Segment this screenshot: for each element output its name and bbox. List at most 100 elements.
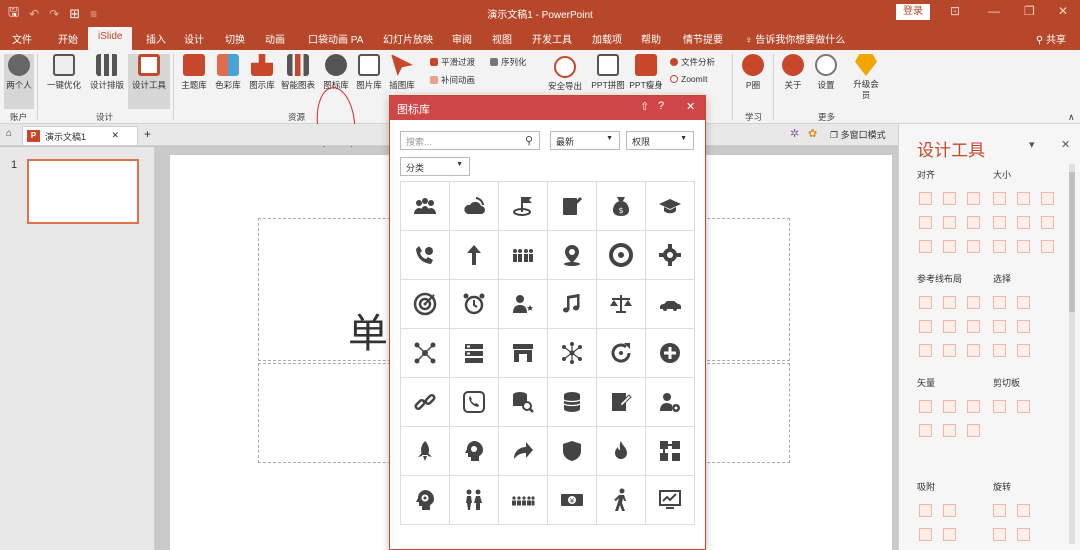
- panel-tool-button[interactable]: [943, 424, 956, 437]
- panel-tool-button[interactable]: [943, 504, 956, 517]
- about-button[interactable]: 关于: [780, 54, 806, 91]
- icon-grid-cell[interactable]: [597, 329, 646, 378]
- search-icon[interactable]: ⚲: [525, 134, 533, 147]
- panel-tool-button[interactable]: [943, 320, 956, 333]
- panel-tool-button[interactable]: [1017, 320, 1030, 333]
- icon-grid-cell[interactable]: [646, 231, 695, 280]
- icon-grid-cell[interactable]: $: [597, 182, 646, 231]
- panel-tool-button[interactable]: [967, 240, 980, 253]
- tab-file[interactable]: 文件: [12, 31, 32, 46]
- icon-grid-cell[interactable]: [401, 476, 450, 525]
- panel-tool-button[interactable]: [993, 504, 1006, 517]
- serialize-button[interactable]: 序列化: [490, 56, 527, 68]
- slide-title-text[interactable]: 单: [348, 301, 388, 359]
- picture-library-button[interactable]: 图片库: [353, 54, 385, 91]
- illustration-library-button[interactable]: 插图库: [387, 54, 417, 91]
- panel-tool-button[interactable]: [967, 216, 980, 229]
- file-analysis-button[interactable]: 文件分析: [670, 56, 715, 68]
- panel-tool-button[interactable]: [993, 320, 1006, 333]
- layout-button[interactable]: 设计排版: [88, 54, 126, 91]
- ppt-puzzle-button[interactable]: PPT拼图: [590, 54, 626, 91]
- permission-select[interactable]: 权限 ▼: [626, 131, 694, 150]
- icon-grid-cell[interactable]: [597, 231, 646, 280]
- icon-grid-cell[interactable]: [499, 329, 548, 378]
- icon-grid-cell[interactable]: [597, 427, 646, 476]
- icon-grid-cell[interactable]: [646, 476, 695, 525]
- panel-tool-button[interactable]: [967, 400, 980, 413]
- tab-developer[interactable]: 开发工具: [532, 31, 572, 46]
- zoomit-button[interactable]: ZoomIt: [670, 74, 707, 84]
- panel-tool-button[interactable]: [993, 296, 1006, 309]
- panel-tool-button[interactable]: [1017, 296, 1030, 309]
- panel-tool-button[interactable]: [967, 320, 980, 333]
- panel-tool-button[interactable]: [1017, 240, 1030, 253]
- icon-grid-cell[interactable]: ¥: [548, 476, 597, 525]
- panel-tool-button[interactable]: [943, 400, 956, 413]
- ribbon-display-icon[interactable]: ⊡: [950, 4, 960, 18]
- tab-home[interactable]: 开始: [58, 31, 78, 46]
- minimize-icon[interactable]: —: [988, 4, 1000, 18]
- icon-grid-cell[interactable]: [401, 280, 450, 329]
- icon-library-button[interactable]: 图标库: [320, 54, 352, 91]
- panel-tool-button[interactable]: [943, 528, 956, 541]
- tab-addins[interactable]: 加载项: [592, 31, 622, 46]
- panel-tool-button[interactable]: [919, 528, 932, 541]
- panel-tool-button[interactable]: [919, 320, 932, 333]
- icon-grid-cell[interactable]: [548, 378, 597, 427]
- icon-grid-cell[interactable]: [499, 476, 548, 525]
- tab-islide[interactable]: iSlide: [88, 27, 133, 50]
- multi-window-toggle[interactable]: ❐ 多窗口模式: [830, 128, 886, 141]
- tween-animation-button[interactable]: 补间动画: [430, 74, 475, 86]
- panel-tool-button[interactable]: [967, 344, 980, 357]
- ppt-slim-button[interactable]: PPT瘦身: [628, 54, 664, 91]
- panel-tool-button[interactable]: [919, 424, 932, 437]
- upgrade-button[interactable]: 升级会员: [850, 54, 882, 101]
- icon-grid-cell[interactable]: [450, 378, 499, 427]
- help-icon[interactable]: ?: [658, 100, 664, 112]
- tab-animations[interactable]: 动画: [265, 31, 285, 46]
- panel-tool-button[interactable]: [919, 192, 932, 205]
- icon-grid-cell[interactable]: [548, 231, 597, 280]
- panel-tool-button[interactable]: [943, 192, 956, 205]
- panel-tool-button[interactable]: [1017, 504, 1030, 517]
- panel-scrollbar[interactable]: [1069, 164, 1075, 544]
- safe-export-button[interactable]: 安全导出: [545, 80, 585, 92]
- icon-search-input[interactable]: 搜索... ⚲: [400, 131, 540, 150]
- tab-pocket-animation[interactable]: 口袋动画 PA: [308, 31, 363, 46]
- panel-tool-button[interactable]: [919, 296, 932, 309]
- icon-grid-cell[interactable]: [401, 378, 450, 427]
- icon-grid-cell[interactable]: [401, 182, 450, 231]
- icon-grid-cell[interactable]: [450, 476, 499, 525]
- icon-grid-cell[interactable]: [646, 427, 695, 476]
- panel-tool-button[interactable]: [943, 216, 956, 229]
- icon-grid-cell[interactable]: [401, 231, 450, 280]
- icon-grid-cell[interactable]: [597, 378, 646, 427]
- diagram-library-button[interactable]: 图示库: [246, 54, 278, 91]
- tab-slideshow[interactable]: 幻灯片放映: [383, 31, 433, 46]
- smart-chart-button[interactable]: 智能图表: [278, 54, 318, 91]
- sparkle-icon[interactable]: ✲: [790, 127, 799, 140]
- account-button[interactable]: 两个人: [4, 54, 34, 109]
- icon-grid-cell[interactable]: [499, 280, 548, 329]
- color-library-button[interactable]: 色彩库: [212, 54, 244, 91]
- panel-tool-button[interactable]: [1041, 216, 1054, 229]
- settings-button[interactable]: 设置: [812, 54, 840, 91]
- icon-grid-cell[interactable]: [499, 427, 548, 476]
- panel-tool-button[interactable]: [1041, 240, 1054, 253]
- panel-tool-button[interactable]: [993, 344, 1006, 357]
- pin-icon[interactable]: ⇧: [640, 100, 649, 113]
- panel-tool-button[interactable]: [919, 400, 932, 413]
- icon-grid-cell[interactable]: [450, 231, 499, 280]
- icon-grid-cell[interactable]: [401, 427, 450, 476]
- restore-icon[interactable]: ❐: [1024, 4, 1035, 18]
- icon-grid-cell[interactable]: [646, 280, 695, 329]
- panel-tool-button[interactable]: [1017, 400, 1030, 413]
- tab-insert[interactable]: 插入: [146, 31, 166, 46]
- tell-me-search[interactable]: ♀ 告诉我你想要做什么: [745, 31, 845, 46]
- icon-grid-cell[interactable]: [450, 182, 499, 231]
- collapse-ribbon-icon[interactable]: ∧: [1068, 112, 1075, 123]
- panel-tool-button[interactable]: [943, 344, 956, 357]
- close-icon[interactable]: ✕: [1058, 4, 1068, 18]
- panel-tool-button[interactable]: [993, 216, 1006, 229]
- panel-tool-button[interactable]: [919, 216, 932, 229]
